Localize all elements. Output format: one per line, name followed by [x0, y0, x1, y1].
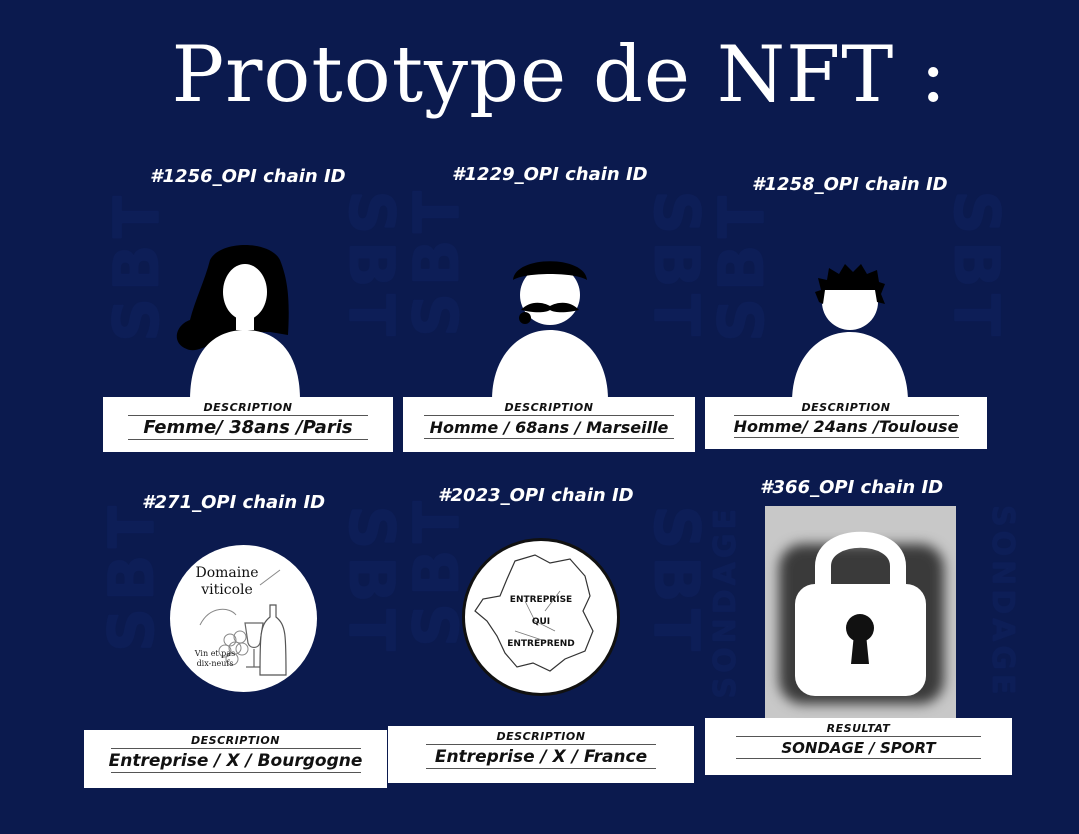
nft-description-card: DESCRIPTION Femme/ 38ans /Paris	[103, 397, 393, 452]
sbt-watermark: SBT	[335, 505, 408, 658]
sondage-watermark: SONDAGE	[985, 505, 1020, 699]
description-label: DESCRIPTION	[203, 401, 293, 414]
nft-chain-id: #1229_OPI chain ID	[452, 164, 648, 185]
man-curly-hair-icon	[792, 264, 908, 402]
nft-chain-id: #2023_OPI chain ID	[438, 485, 634, 506]
man-beret-mustache-icon	[492, 261, 608, 400]
wine-badge-icon: Domaine viticole Vin et pas dix-neufs	[170, 545, 317, 692]
description-label: DESCRIPTION	[504, 401, 594, 414]
description-label: DESCRIPTION	[801, 401, 891, 414]
description-value: Entreprise / X / France	[434, 747, 648, 767]
sbt-watermark: SBT	[640, 505, 713, 658]
badge-title: ENTREPRISE QUI ENTREPREND	[507, 595, 575, 649]
description-value: Homme / 68ans / Marseille	[429, 418, 669, 437]
nft-chain-id: #271_OPI chain ID	[142, 492, 326, 513]
nft-description-card: DESCRIPTION Homme / 68ans / Marseille	[403, 397, 695, 452]
badge-title: Domaine viticole	[195, 565, 259, 598]
sondage-watermark: SONDAGE	[708, 505, 743, 699]
description-value: Femme/ 38ans /Paris	[143, 417, 353, 438]
sbt-watermark: SBT	[640, 190, 713, 343]
france-map-badge-icon: ENTREPRISE QUI ENTREPREND	[462, 538, 620, 696]
nft-description-card: DESCRIPTION Homme/ 24ans /Toulouse	[705, 397, 987, 449]
padlock-icon	[795, 531, 926, 696]
sbt-watermark: SBT	[400, 185, 473, 338]
locked-image-frame	[765, 506, 956, 718]
nft-result-card: RESULTAT SONDAGE / SPORT	[705, 718, 1012, 775]
page-title: Prototype de NFT :	[171, 30, 948, 120]
sbt-watermark: SBT	[335, 190, 408, 343]
description-label: DESCRIPTION	[496, 730, 586, 743]
nft-description-card: DESCRIPTION Entreprise / X / France	[388, 726, 694, 783]
nft-chain-id: #1258_OPI chain ID	[752, 174, 948, 195]
description-value: Homme/ 24ans /Toulouse	[733, 417, 959, 436]
description-label: DESCRIPTION	[191, 734, 280, 747]
result-value: SONDAGE / SPORT	[781, 739, 936, 757]
woman-long-hair-icon	[176, 245, 300, 400]
sbt-watermark: SBT	[95, 500, 168, 653]
sbt-watermark: SBT	[705, 190, 778, 343]
description-value: Entreprise / X / Bourgogne	[108, 751, 363, 771]
nft-chain-id: #1256_OPI chain ID	[150, 166, 346, 187]
nft-description-card: DESCRIPTION Entreprise / X / Bourgogne	[84, 730, 387, 788]
nft-chain-id: #366_OPI chain ID	[760, 477, 944, 498]
sbt-watermark: SBT	[940, 190, 1013, 343]
result-label: RESULTAT	[826, 722, 891, 735]
badge-subtitle: Vin et pas dix-neufs	[194, 649, 236, 668]
